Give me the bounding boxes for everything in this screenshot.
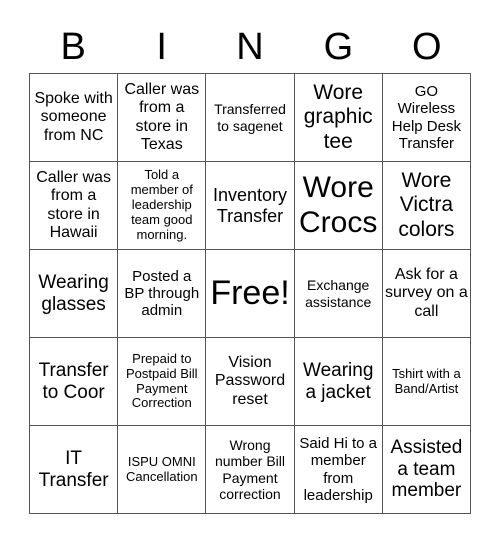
bingo-cell[interactable]: Wore graphic tee <box>294 74 383 162</box>
bingo-cell[interactable]: Wearing glasses <box>30 250 119 338</box>
header-letter-i: I <box>156 26 167 68</box>
bingo-cell[interactable]: IT Transfer <box>30 426 119 514</box>
header-letter-b: B <box>60 26 86 68</box>
bingo-cell[interactable]: Wore Crocs <box>294 162 383 250</box>
bingo-cell[interactable]: Said Hi to a member from leadership <box>294 426 383 514</box>
bingo-cell[interactable]: Assisted a team member <box>382 426 471 514</box>
bingo-cell[interactable]: Caller was from a store in Hawaii <box>30 162 119 250</box>
bingo-cell[interactable]: Spoke with someone from NC <box>30 74 119 162</box>
bingo-cell[interactable]: Exchange assistance <box>294 250 383 338</box>
bingo-cell[interactable]: ISPU OMNI Cancellation <box>118 426 207 514</box>
bingo-cell[interactable]: Ask for a survey on a call <box>382 250 471 338</box>
bingo-cell[interactable]: Caller was from a store in Texas <box>118 74 207 162</box>
bingo-card: Spoke with someone from NC Caller was fr… <box>29 73 471 514</box>
header-letter-n: N <box>236 26 264 68</box>
bingo-cell[interactable]: GO Wireless Help Desk Transfer <box>382 74 471 162</box>
bingo-cell[interactable]: Vision Password reset <box>206 338 295 426</box>
header-letter-o: O <box>412 26 442 68</box>
bingo-cell[interactable]: Wrong number Bill Payment correction <box>206 426 295 514</box>
bingo-cell[interactable]: Transferred to sagenet <box>206 74 295 162</box>
bingo-header: B I N G O <box>29 22 471 72</box>
bingo-cell[interactable]: Tshirt with a Band/Artist <box>382 338 471 426</box>
bingo-cell[interactable]: Inventory Transfer <box>206 162 295 250</box>
bingo-cell[interactable]: Wearing a jacket <box>294 338 383 426</box>
free-space-cell[interactable]: Free! <box>206 250 295 338</box>
bingo-cell[interactable]: Told a member of leadership team good mo… <box>118 162 207 250</box>
bingo-cell[interactable]: Transfer to Coor <box>30 338 119 426</box>
bingo-cell[interactable]: Prepaid to Postpaid Bill Payment Correct… <box>118 338 207 426</box>
header-letter-g: G <box>323 26 354 68</box>
bingo-cell[interactable]: Wore Victra colors <box>382 162 471 250</box>
bingo-cell[interactable]: Posted a BP through admin <box>118 250 207 338</box>
